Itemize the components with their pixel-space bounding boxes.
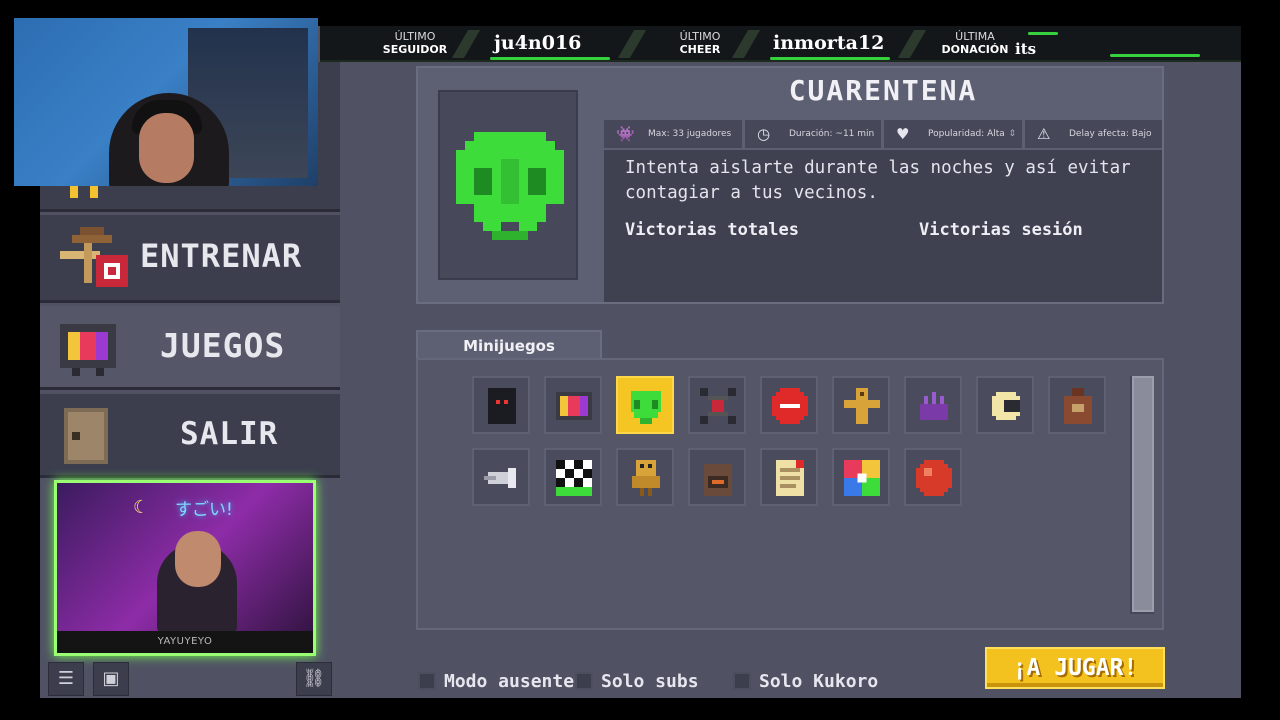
minigame-tile[interactable]: [904, 448, 962, 506]
tv-icon: [556, 392, 592, 420]
minigame-tile[interactable]: [472, 376, 530, 434]
game-portrait: [438, 90, 578, 280]
checkbox-box[interactable]: [418, 672, 436, 690]
last-donation-label: ÚLTIMA DONACIÓN: [941, 30, 1009, 56]
purple-creature-icon: [920, 392, 948, 420]
subs-only-label: Solo subs: [601, 671, 699, 692]
moon-icon: ☾: [133, 497, 150, 518]
sliders-icon: ☰: [57, 668, 75, 689]
delay-warning-icon: ⚠: [1037, 125, 1051, 143]
stat-delay: ⚠ Delay afecta: Bajo: [1025, 120, 1162, 148]
game-title-bar: CUARENTENA: [604, 68, 1162, 118]
menu-label-entrenar: ENTRENAR: [140, 237, 303, 275]
crosshair-icon: [700, 388, 736, 424]
link-button[interactable]: ⛓: [296, 662, 332, 696]
menu-item-juegos[interactable]: JUEGOS: [40, 306, 340, 390]
stream-info-bar: ÚLTIMO SEGUIDOR ju4n016 ÚLTIMO CHEER inm…: [320, 26, 1241, 62]
minigame-tile[interactable]: [544, 376, 602, 434]
streamer-name-tag: YAYUYEYO: [57, 631, 313, 653]
green-skull-icon: [456, 132, 564, 240]
minigame-tile-selected[interactable]: [616, 376, 674, 434]
tab-minijuegos[interactable]: Minijuegos: [416, 330, 602, 360]
menu-item-salir[interactable]: SALIR: [40, 394, 340, 478]
last-cheer-name: inmorta12: [773, 32, 885, 54]
neon-sign-text: すごい!: [175, 500, 233, 520]
stop-sign-icon: [772, 388, 808, 424]
yellow-robot-icon: [632, 460, 660, 496]
guest-webcam: ☾ すごい! YAYUYEYO: [54, 480, 316, 656]
minigame-tile[interactable]: [688, 448, 746, 506]
menu-item-entrenar[interactable]: ENTRENAR: [40, 215, 340, 303]
ankh-icon: [844, 388, 880, 424]
last-donation-name: its: [1015, 40, 1037, 58]
checkered-flag-icon: [556, 460, 592, 496]
profile-button[interactable]: ▣: [93, 662, 129, 696]
menu-label-salir: SALIR: [180, 416, 279, 452]
minigame-tile[interactable]: [544, 448, 602, 506]
minigame-tile[interactable]: [1048, 376, 1106, 434]
stat-duration: ◷ Duración: ~11 min: [745, 120, 883, 148]
paper-note-icon: [776, 460, 804, 496]
link-icon: ⛓: [302, 668, 326, 689]
backpack-icon: [1064, 388, 1092, 424]
arrow-trap-icon: [484, 468, 516, 488]
minigame-tile[interactable]: [760, 376, 818, 434]
game-description: Intenta aislarte durante las noches y as…: [625, 158, 1131, 203]
minigame-tile[interactable]: [688, 376, 746, 434]
clock-icon: ◷: [757, 125, 771, 143]
pacman-ball-icon: [992, 392, 1020, 420]
play-button[interactable]: ¡A JUGAR!: [985, 647, 1165, 689]
checkbox-box[interactable]: [733, 672, 751, 690]
total-wins-label: Victorias totales: [625, 220, 799, 240]
minigames-scrollbar-thumb[interactable]: [1132, 376, 1154, 612]
minigame-tile[interactable]: [616, 448, 674, 506]
last-cheer-label: ÚLTIMO CHEER: [679, 30, 721, 56]
away-mode-label: Modo ausente: [444, 671, 575, 692]
red-ball-icon: [916, 460, 952, 496]
minigame-tile[interactable]: [760, 448, 818, 506]
session-wins-label: Victorias sesión: [919, 220, 1083, 240]
color-wheel-icon: [844, 460, 880, 496]
dark-robot-icon: [488, 388, 516, 424]
stat-players: 👾 Max: 33 jugadores: [604, 120, 744, 148]
game-title: CUARENTENA: [788, 74, 978, 107]
minigame-tile[interactable]: [904, 376, 962, 434]
last-follower-name: ju4n016: [494, 32, 582, 54]
minigame-tile[interactable]: [976, 376, 1034, 434]
training-target-icon: [60, 227, 128, 287]
sort-arrows-icon: ⇕: [1008, 129, 1016, 139]
hearts-icon: ♥: [896, 125, 910, 143]
checkbox-box[interactable]: [575, 672, 593, 690]
settings-sliders-button[interactable]: ☰: [48, 662, 84, 696]
user-frame-icon: ▣: [102, 668, 120, 689]
exit-door-icon: [64, 408, 108, 464]
kukoro-only-label: Solo Kukoro: [759, 671, 879, 692]
game-description-box: Intenta aislarte durante las noches y as…: [604, 150, 1162, 302]
stat-popularity: ♥ Popularidad: Alta ⇕: [884, 120, 1024, 148]
players-icon: 👾: [616, 125, 635, 143]
last-follower-label: ÚLTIMO SEGUIDOR: [382, 30, 448, 56]
furnace-icon: [704, 464, 732, 496]
minigame-tile[interactable]: [832, 448, 890, 506]
minigame-tile[interactable]: [832, 376, 890, 434]
menu-label-juegos: JUEGOS: [160, 326, 286, 365]
green-skull-icon: [631, 391, 661, 424]
streamer-webcam: [14, 18, 318, 186]
minigame-tile[interactable]: [472, 448, 530, 506]
games-tv-icon: [60, 324, 116, 376]
